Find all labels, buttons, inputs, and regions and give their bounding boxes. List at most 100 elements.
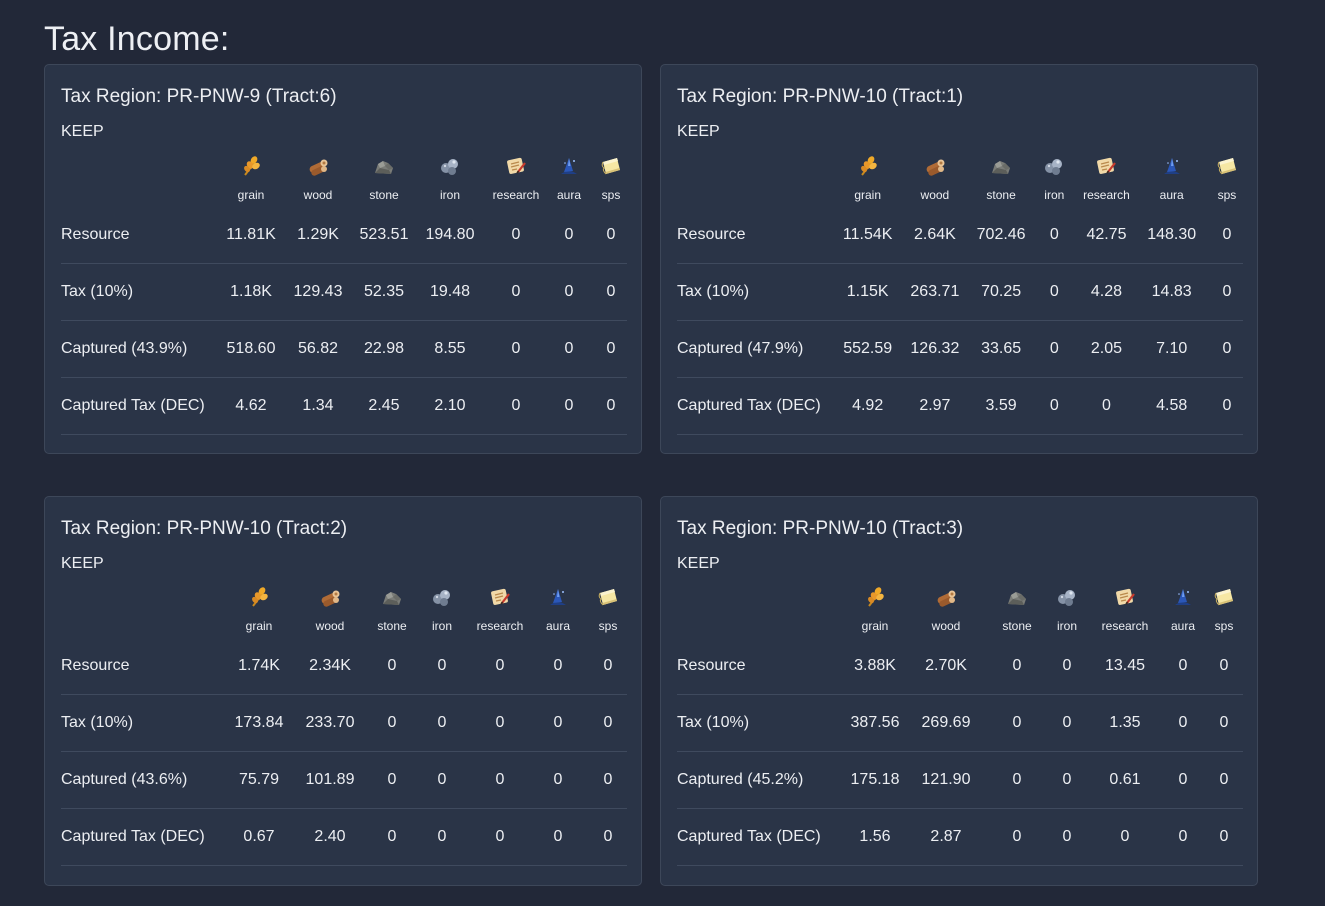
value-cell-iron: 0 — [411, 694, 473, 752]
page-title: Tax Income: — [44, 20, 230, 58]
value-cell-iron: 0 — [1045, 694, 1089, 752]
value-cell-aura: 0 — [527, 638, 589, 695]
value-cell-sps: 0 — [589, 638, 627, 695]
sps-icon — [596, 585, 620, 609]
row-label: Captured (43.9%) — [61, 320, 223, 378]
value-cell-research: 42.75 — [1080, 207, 1133, 264]
stone-icon — [989, 154, 1013, 178]
resource-icon-cell — [373, 580, 411, 614]
iron-icon — [438, 154, 462, 178]
header-spacer — [677, 614, 847, 638]
resource-column-label: stone — [986, 188, 1016, 202]
value-cell-sps: 0 — [1205, 694, 1243, 752]
row-label: Tax (10%) — [61, 694, 231, 752]
value-cell-sps: 0 — [595, 320, 627, 378]
row-label: Tax (10%) — [677, 694, 847, 752]
value-cell-aura: 0 — [1161, 638, 1205, 695]
resource-icon-cell — [1089, 580, 1161, 614]
stone-icon — [1005, 585, 1029, 609]
value-cell-aura: 14.83 — [1132, 263, 1211, 321]
value-cell-iron: 0 — [1028, 207, 1081, 264]
value-cell-research: 0 — [1089, 808, 1161, 866]
value-cell-sps: 0 — [1205, 808, 1243, 866]
grain-icon — [863, 585, 887, 609]
resource-icon-cell — [287, 580, 373, 614]
resource-column-label: grain — [245, 619, 273, 633]
resource-column-label: wood — [315, 619, 345, 633]
header-spacer — [61, 614, 231, 638]
value-cell-grain: 75.79 — [231, 751, 287, 809]
resource-icon-cell — [1028, 149, 1080, 183]
resource-icon-cell — [840, 149, 896, 183]
row-label: Resource — [61, 638, 231, 695]
table-row: Captured (45.2%) 175.18 121.90 0 0 0.61 0 0 — [677, 751, 1243, 809]
resource-icon-cell — [989, 580, 1045, 614]
resource-icon-cell — [595, 149, 627, 183]
value-cell-iron: 0 — [411, 638, 473, 695]
value-cell-sps: 0 — [595, 263, 627, 321]
table-row: Resource 11.54K 2.64K 702.46 0 42.75 148.30 0 — [677, 207, 1243, 264]
table-row: Resource 3.88K 2.70K 0 0 13.45 0 0 — [677, 638, 1243, 695]
value-cell-research: 0 — [473, 808, 527, 866]
row-label: Resource — [677, 638, 847, 695]
resource-column-label: sps — [598, 619, 618, 633]
value-cell-iron: 19.48 — [411, 263, 489, 321]
value-cell-wood: 263.71 — [895, 263, 975, 321]
header-spacer — [677, 183, 840, 207]
stone-icon — [372, 154, 396, 178]
value-cell-stone: 0 — [373, 638, 411, 695]
tax-table: grain wood stone iron research aura sps Resourc… — [677, 580, 1243, 866]
wood-icon — [934, 585, 958, 609]
value-cell-stone: 0 — [989, 638, 1045, 695]
value-cell-aura: 0 — [543, 207, 595, 264]
value-cell-iron: 0 — [1028, 377, 1081, 435]
resource-column-label: wood — [303, 188, 333, 202]
row-label: Captured (47.9%) — [677, 320, 840, 378]
resource-icon-cell — [974, 149, 1028, 183]
value-cell-wood: 129.43 — [279, 263, 357, 321]
resource-column-label: wood — [920, 188, 950, 202]
resource-icon-cell — [896, 149, 974, 183]
aura-icon — [1160, 154, 1184, 178]
row-label: Tax (10%) — [61, 263, 223, 321]
value-cell-iron: 194.80 — [411, 207, 489, 264]
sps-icon — [1212, 585, 1236, 609]
building-type-label: KEEP — [61, 123, 104, 140]
value-cell-stone: 0 — [989, 694, 1045, 752]
aura-icon — [1171, 585, 1195, 609]
table-row: Resource 11.81K 1.29K 523.51 194.80 0 0 0 — [61, 207, 627, 264]
table-row: Captured Tax (DEC) 4.62 1.34 2.45 2.10 0 0 0 — [61, 377, 627, 435]
resource-column-label: sps — [1214, 619, 1234, 633]
value-cell-sps: 0 — [589, 808, 627, 866]
iron-icon — [1055, 585, 1079, 609]
resource-icon-cell — [231, 580, 287, 614]
table-row: Resource 1.74K 2.34K 0 0 0 0 0 — [61, 638, 627, 695]
value-cell-aura: 7.10 — [1132, 320, 1211, 378]
value-cell-wood: 56.82 — [279, 320, 357, 378]
table-row: Captured Tax (DEC) 4.92 2.97 3.59 0 0 4.58 0 — [677, 377, 1243, 435]
resource-column-label: aura — [545, 619, 571, 633]
value-cell-sps: 0 — [1210, 207, 1243, 264]
resource-icon-cell — [411, 149, 489, 183]
value-cell-research: 0 — [1080, 377, 1133, 435]
value-cell-stone: 0 — [989, 808, 1045, 866]
value-cell-research: 0 — [489, 263, 543, 321]
iron-icon — [430, 585, 454, 609]
resource-icon-row — [677, 149, 1243, 183]
resource-label-row: grain wood stone iron research aura sps — [677, 183, 1243, 207]
resource-icon-cell — [527, 580, 589, 614]
value-cell-wood: 2.40 — [287, 808, 373, 866]
value-cell-aura: 0 — [543, 377, 595, 435]
resource-column-label: aura — [1159, 188, 1184, 202]
table-row: Captured Tax (DEC) 0.67 2.40 0 0 0 0 0 — [61, 808, 627, 866]
value-cell-iron: 0 — [411, 751, 473, 809]
resource-icon-cell — [589, 580, 627, 614]
value-cell-stone: 0 — [373, 751, 411, 809]
building-type-label: KEEP — [61, 555, 104, 572]
value-cell-iron: 0 — [1045, 751, 1089, 809]
resource-column-label: grain — [861, 619, 889, 633]
value-cell-wood: 2.87 — [903, 808, 989, 866]
tax-region-card: Tax Region: PR-PNW-10 (Tract:1) KEEP grain… — [660, 64, 1258, 454]
resource-column-label: research — [1083, 188, 1130, 202]
research-icon — [488, 585, 512, 609]
